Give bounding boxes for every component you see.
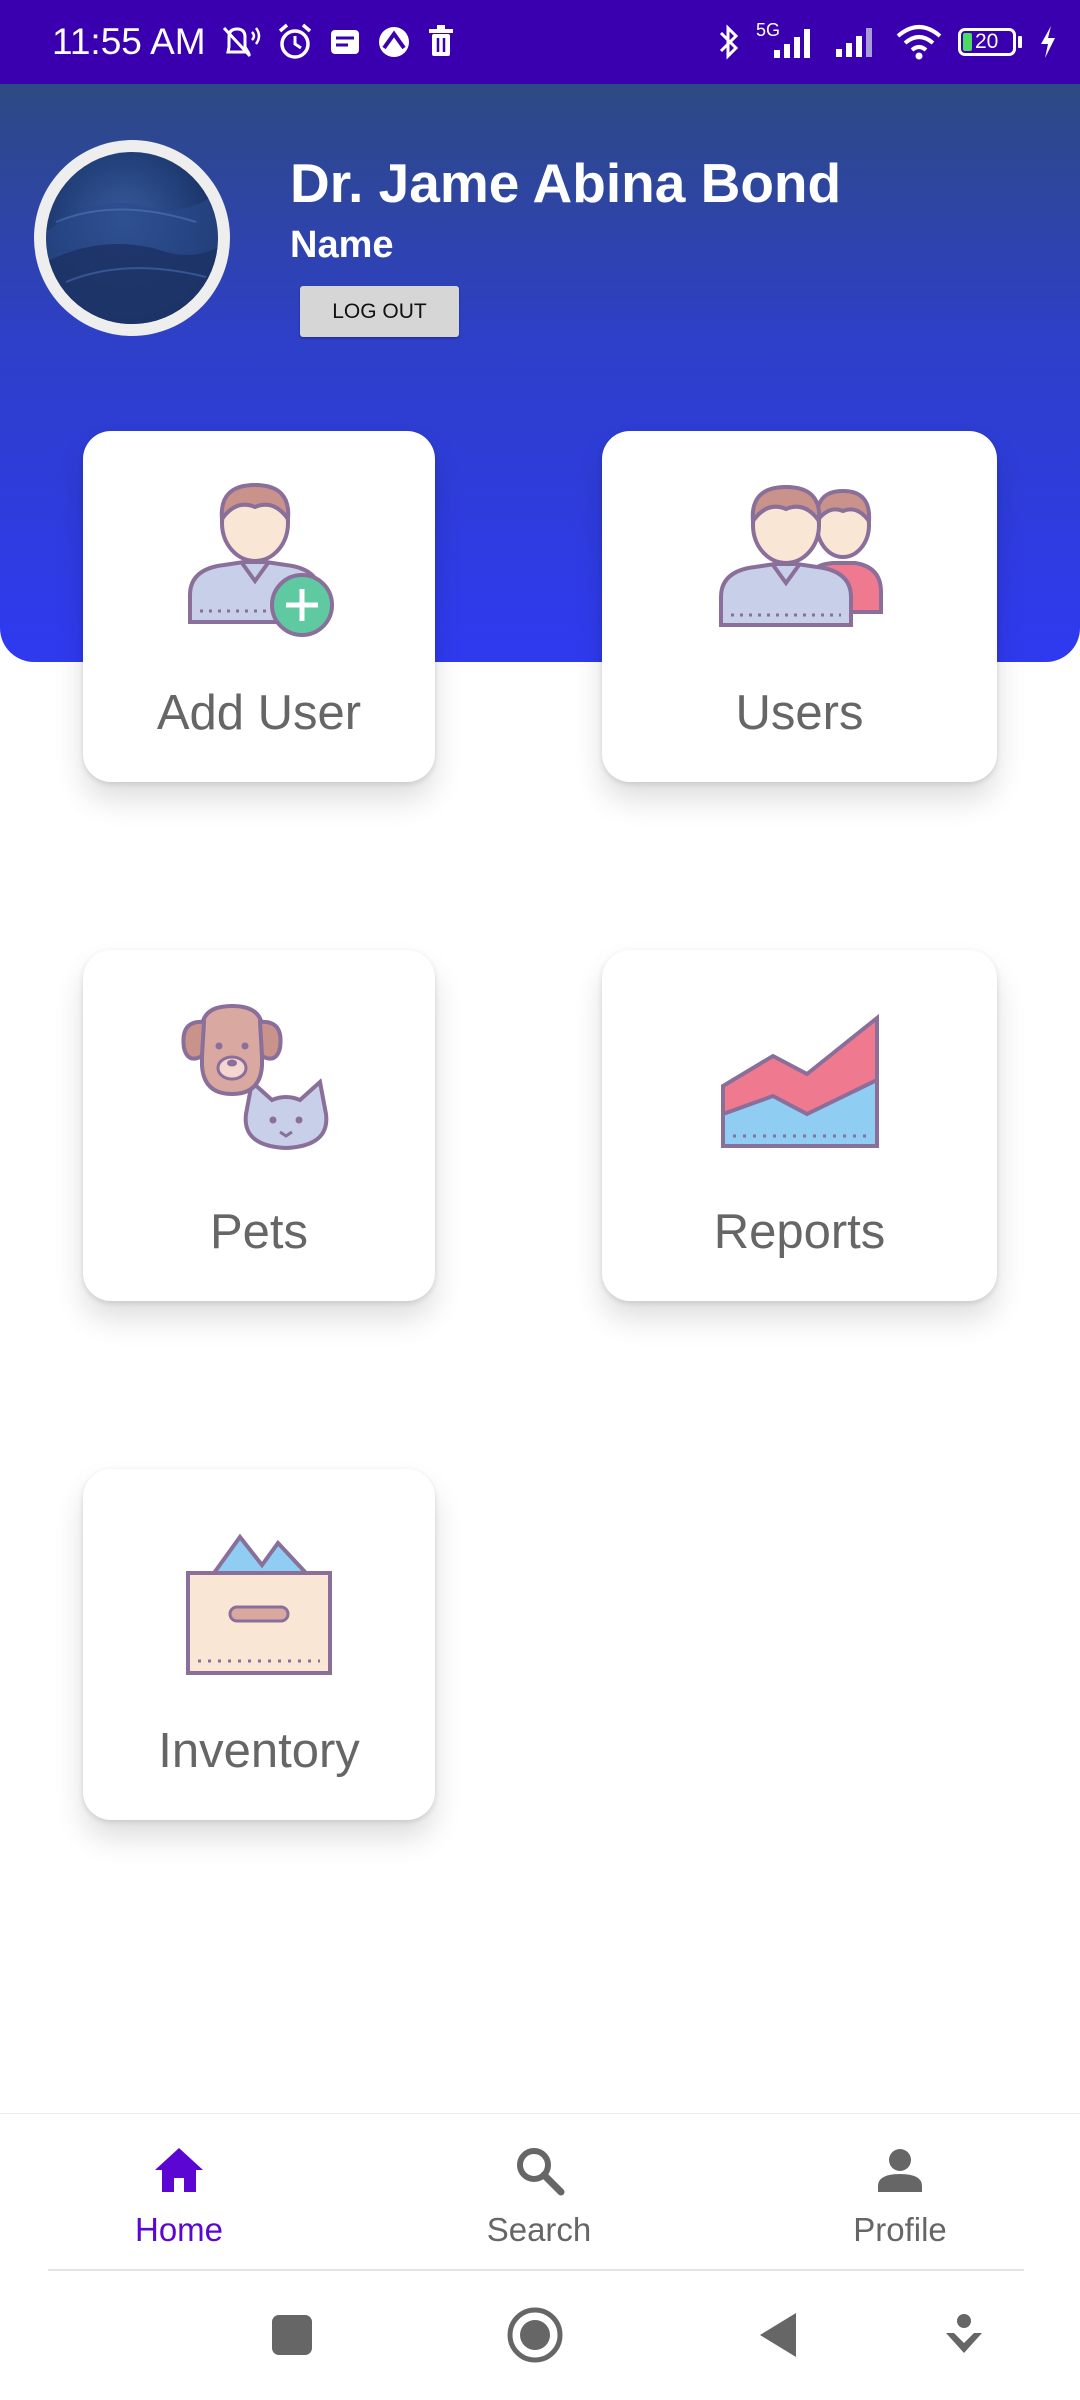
add-user-card[interactable]: Add User bbox=[83, 431, 435, 782]
message-icon bbox=[331, 30, 359, 54]
profile-icon bbox=[878, 2149, 922, 2192]
status-bar: 11:55 AM 5G 20 bbox=[0, 0, 1080, 84]
pets-icon bbox=[181, 1003, 329, 1151]
inventory-icon bbox=[186, 1533, 332, 1675]
trash-icon bbox=[429, 25, 453, 56]
wifi-icon bbox=[896, 25, 942, 60]
battery-level: 20 bbox=[975, 30, 999, 53]
back-icon[interactable] bbox=[750, 2305, 810, 2365]
status-system-icons: 5G 20 bbox=[716, 18, 1058, 66]
add-user-icon bbox=[188, 482, 334, 637]
alarm-icon bbox=[278, 23, 312, 59]
users-label: Users bbox=[735, 686, 864, 740]
user-name-label: Name bbox=[290, 224, 394, 266]
muted-alert-icon bbox=[222, 26, 261, 58]
nav-profile-label: Profile bbox=[853, 2211, 947, 2248]
users-card[interactable]: Users bbox=[602, 431, 997, 782]
status-time: 11:55 AM bbox=[52, 21, 206, 62]
charging-icon bbox=[1041, 26, 1055, 58]
reports-label: Reports bbox=[713, 1205, 886, 1259]
home-icon bbox=[155, 2148, 203, 2192]
users-icon bbox=[718, 484, 883, 627]
avatar-image bbox=[46, 152, 218, 324]
keyboard-hide-icon[interactable] bbox=[934, 2305, 994, 2365]
vpn-icon bbox=[379, 27, 409, 57]
reports-card[interactable]: Reports bbox=[602, 950, 997, 1301]
signal-icon bbox=[836, 28, 872, 57]
recent-apps-icon[interactable] bbox=[262, 2305, 322, 2365]
pets-card[interactable]: Pets bbox=[83, 950, 435, 1301]
logout-button[interactable]: LOG OUT bbox=[300, 286, 459, 337]
signal-5g-icon: 5G bbox=[756, 20, 818, 62]
nav-home-label: Home bbox=[134, 2211, 224, 2248]
nav-search-label: Search bbox=[486, 2211, 592, 2248]
reports-icon bbox=[720, 1013, 879, 1148]
bluetooth-icon bbox=[719, 24, 739, 60]
inventory-card[interactable]: Inventory bbox=[83, 1469, 435, 1820]
status-notification-icons bbox=[218, 18, 456, 66]
battery-icon: 20 bbox=[958, 25, 1024, 59]
add-user-label: Add User bbox=[156, 686, 362, 740]
bottom-navigation: Home Search Profile bbox=[0, 2113, 1080, 2270]
user-name: Dr. Jame Abina Bond bbox=[290, 152, 842, 214]
pets-label: Pets bbox=[209, 1205, 309, 1259]
home-circle-icon[interactable] bbox=[505, 2305, 565, 2365]
search-icon bbox=[517, 2148, 565, 2196]
nav-search[interactable]: Search bbox=[419, 2114, 659, 2270]
avatar bbox=[34, 140, 230, 336]
nav-profile[interactable]: Profile bbox=[780, 2114, 1020, 2270]
inventory-label: Inventory bbox=[158, 1724, 360, 1778]
nav-home[interactable]: Home bbox=[59, 2114, 299, 2270]
system-navigation-bar bbox=[0, 2271, 1080, 2400]
